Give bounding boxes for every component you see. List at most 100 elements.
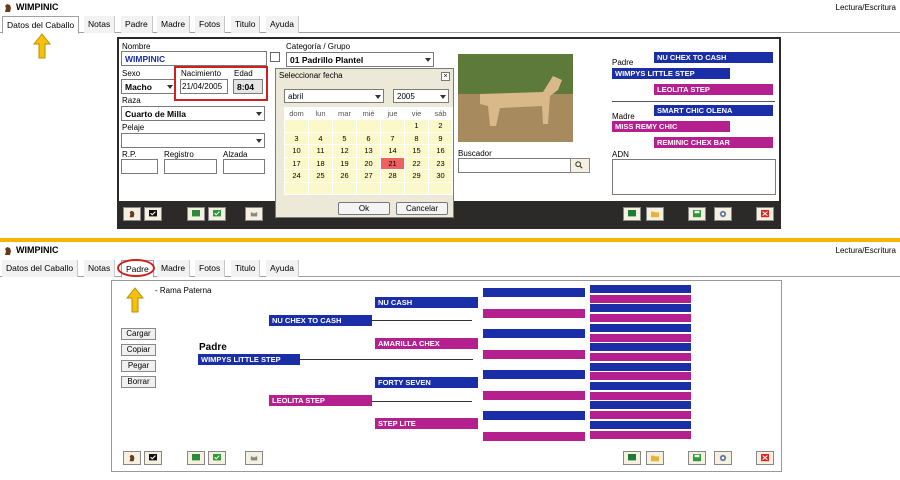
calendar-day[interactable]: 2 — [428, 119, 453, 133]
excel-button[interactable] — [623, 207, 641, 221]
calendar-day[interactable]: 11 — [308, 144, 333, 158]
calendar-day[interactable]: 1 — [404, 119, 429, 133]
gen5-box — [590, 391, 691, 400]
tab-titulo[interactable]: Titulo — [231, 16, 261, 33]
calendar-day[interactable]: 29 — [404, 169, 429, 183]
calendar-day[interactable]: 7 — [380, 131, 405, 145]
folder-button[interactable] — [646, 207, 664, 221]
calendar-day[interactable]: 3 — [284, 131, 309, 145]
sexo-select[interactable]: Macho — [121, 79, 176, 94]
calendar-day[interactable]: 21 — [380, 156, 405, 170]
calendar-day[interactable]: 13 — [356, 144, 381, 158]
calendar-day[interactable]: 19 — [332, 156, 357, 170]
calendar-day[interactable]: 26 — [332, 169, 357, 183]
tab-titulo[interactable]: Titulo — [231, 260, 261, 277]
calendar-day[interactable]: 15 — [404, 144, 429, 158]
tab-ayuda[interactable]: Ayuda — [266, 260, 299, 277]
calendar-day[interactable]: 20 — [356, 156, 381, 170]
folder-button[interactable] — [646, 451, 664, 465]
close-icon[interactable]: × — [441, 72, 450, 81]
calendar-day[interactable]: 5 — [332, 131, 357, 145]
close-button[interactable] — [756, 207, 774, 221]
adn-textarea[interactable] — [612, 159, 776, 195]
save-button[interactable] — [688, 207, 706, 221]
tab-ayuda[interactable]: Ayuda — [266, 16, 299, 33]
year-select[interactable]: 2005 — [393, 89, 449, 103]
accept-button[interactable] — [144, 451, 162, 465]
check-icon — [213, 454, 221, 461]
gen3-3: FORTY SEVEN — [375, 377, 478, 388]
tab-notas[interactable]: Notas — [84, 16, 116, 33]
tab-fotos[interactable]: Fotos — [195, 260, 226, 277]
spreadsheet-button[interactable] — [187, 207, 205, 221]
calendar-day[interactable]: 8 — [404, 131, 429, 145]
settings-button[interactable] — [714, 207, 732, 221]
calendar-day[interactable]: 23 — [428, 156, 453, 170]
search-button[interactable] — [570, 158, 590, 173]
tab-madre[interactable]: Madre — [157, 260, 191, 277]
raza-select[interactable]: Cuarto de Milla — [121, 106, 265, 121]
cargar-button[interactable]: Cargar — [121, 328, 156, 340]
check-icon — [149, 210, 157, 217]
calendar-day — [332, 181, 357, 195]
tab-madre[interactable]: Madre — [157, 16, 191, 33]
tab-datos-del-caballo[interactable]: Datos del Caballo — [2, 16, 80, 34]
horse-button[interactable] — [123, 207, 141, 221]
copiar-button[interactable]: Copiar — [121, 344, 156, 356]
tab-padre[interactable]: Padre — [121, 16, 153, 33]
tab-notas[interactable]: Notas — [84, 260, 116, 277]
chevron-down-icon — [375, 95, 381, 99]
checkbox[interactable] — [270, 52, 280, 62]
pegar-button[interactable]: Pegar — [121, 360, 156, 372]
print-button[interactable] — [245, 451, 263, 465]
save-icon — [693, 210, 701, 218]
tab-fotos[interactable]: Fotos — [195, 16, 226, 33]
pelaje-select[interactable] — [121, 133, 265, 148]
calendar-day[interactable]: 25 — [308, 169, 333, 183]
settings-button[interactable] — [714, 451, 732, 465]
excel-button[interactable] — [623, 451, 641, 465]
save-button[interactable] — [688, 451, 706, 465]
categoria-select[interactable]: 01 Padrillo Plantel — [286, 52, 434, 67]
close-button[interactable] — [756, 451, 774, 465]
cancel-button[interactable]: Cancelar — [396, 202, 448, 215]
calendar-day[interactable]: 14 — [380, 144, 405, 158]
calendar-day[interactable]: 22 — [404, 156, 429, 170]
accept-button[interactable] — [144, 207, 162, 221]
calendar-day[interactable]: 30 — [428, 169, 453, 183]
nombre-input[interactable]: WIMPINIC — [121, 51, 267, 66]
gen5-box — [590, 314, 691, 323]
alzada-input[interactable] — [223, 159, 265, 174]
calendar-day[interactable]: 18 — [308, 156, 333, 170]
nacimiento-label: Nacimiento — [181, 69, 222, 78]
registro-input[interactable] — [164, 159, 217, 174]
calendar-day[interactable]: 10 — [284, 144, 309, 158]
confirm-button[interactable] — [208, 207, 226, 221]
calendar-day[interactable]: 9 — [428, 131, 453, 145]
weekday-header: jue — [380, 107, 405, 120]
calendar-day[interactable]: 6 — [356, 131, 381, 145]
gen2-sire: NU CHEX TO CASH — [269, 315, 372, 326]
borrar-button[interactable]: Borrar — [121, 376, 156, 388]
buscador-input[interactable] — [458, 158, 571, 173]
rp-input[interactable] — [121, 159, 158, 174]
calendar-day[interactable]: 4 — [308, 131, 333, 145]
confirm-button[interactable] — [208, 451, 226, 465]
spreadsheet-button[interactable] — [187, 451, 205, 465]
horse-button[interactable] — [123, 451, 141, 465]
calendar-day[interactable]: 12 — [332, 144, 357, 158]
tab-datos-del-caballo[interactable]: Datos del Caballo — [2, 260, 79, 277]
calendar-day[interactable]: 28 — [380, 169, 405, 183]
month-select[interactable]: abril — [284, 89, 384, 103]
calendar-day[interactable]: 24 — [284, 169, 309, 183]
calendar-day[interactable]: 27 — [356, 169, 381, 183]
alzada-label: Alzada — [223, 150, 248, 159]
weekday-header: sáb — [428, 107, 453, 120]
pedigree-line — [300, 359, 473, 360]
horse-photo — [458, 54, 573, 142]
ok-button[interactable]: Ok — [338, 202, 390, 215]
calendar-day[interactable]: 16 — [428, 144, 453, 158]
print-button[interactable] — [245, 207, 263, 221]
calendar-day[interactable]: 17 — [284, 156, 309, 170]
nacimiento-input[interactable]: 21/04/2005 — [180, 79, 228, 94]
